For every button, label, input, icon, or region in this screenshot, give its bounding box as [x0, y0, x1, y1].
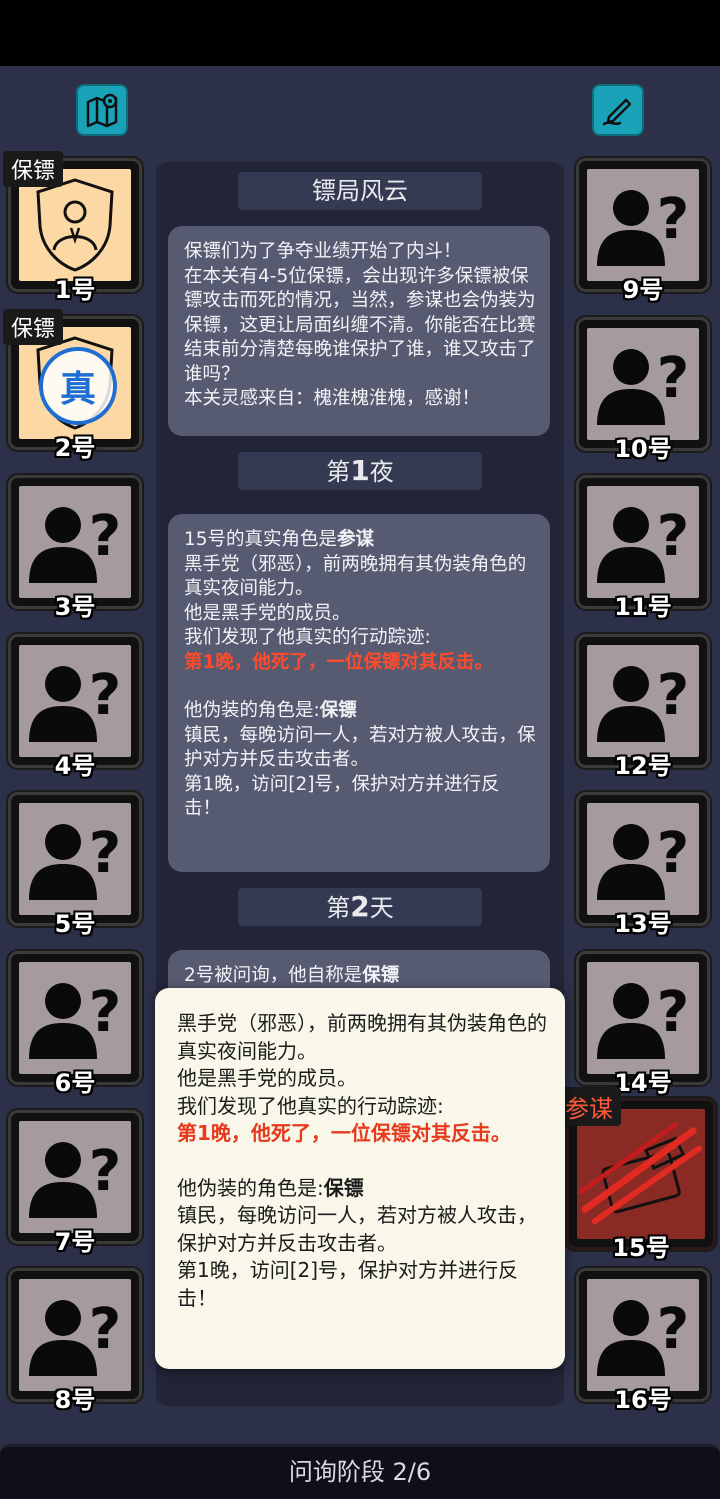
player-number: 6号 — [54, 1069, 96, 1097]
detail-popup[interactable]: 黑手党（邪恶），前两晚拥有其伪装角色的真实夜间能力。 他是黑手党的成员。 我们发… — [155, 988, 565, 1369]
unknown-player-icon: ? — [29, 504, 121, 583]
svg-text:?: ? — [657, 1297, 689, 1362]
popup-role-desc: 黑手党（邪恶），前两晚拥有其伪装角色的真实夜间能力。 他是黑手党的成员。 我们发… — [177, 1011, 547, 1118]
player-number: 8号 — [54, 1386, 96, 1414]
player-portrait: ? — [587, 328, 699, 440]
player-number: 3号 — [54, 593, 96, 621]
role-tag: 保镖 — [3, 151, 64, 187]
intro-message: 保镖们为了争夺业绩开始了内斗！ 在本关有4-5位保镖，会出现许多保镖被保镖攻击而… — [168, 226, 550, 436]
player-portrait: ? — [587, 803, 699, 915]
true-role-line: 15号的真实角色是参谋 — [184, 529, 375, 550]
unknown-player-icon: ? — [29, 821, 121, 900]
svg-text:?: ? — [89, 980, 121, 1045]
player-number: 2号 — [54, 434, 96, 462]
night-1-event: 第1晚，他死了，一位保镖对其反击。 — [184, 651, 493, 673]
unknown-player-icon: ? — [597, 663, 689, 742]
bodyguard-shield-icon — [36, 178, 114, 272]
unknown-player-icon: ? — [597, 346, 689, 425]
svg-text:?: ? — [657, 663, 689, 728]
player-card-6[interactable]: ? 6号 — [8, 951, 142, 1097]
player-portrait: ? — [19, 803, 131, 915]
player-card-2[interactable]: 真 保镖 2号 — [3, 309, 142, 462]
player-number: 15号 — [612, 1234, 670, 1262]
phase-bar: 问询阶段 2/6 — [0, 1444, 720, 1499]
popup-disguise-desc: 镇民，每晚访问一人，若对方被人攻击，保护对方并反击攻击者。 第1晚，访问[2]号… — [177, 1203, 537, 1310]
player-card-8[interactable]: ? 8号 — [8, 1268, 142, 1414]
player-card-9[interactable]: ? 9号 — [576, 158, 710, 304]
svg-text:?: ? — [89, 1297, 121, 1362]
player-card-14[interactable]: ? 14号 — [576, 951, 710, 1097]
player-number: 9号 — [622, 276, 664, 304]
unknown-player-icon: ? — [597, 187, 689, 266]
unknown-player-icon: ? — [29, 663, 121, 742]
player-portrait: ? — [587, 1279, 699, 1391]
player-portrait: ? — [19, 1279, 131, 1391]
player-card-13[interactable]: ? 13号 — [576, 792, 710, 938]
night-1-heading: 第1夜 — [238, 452, 482, 490]
day-2-heading: 第2天 — [238, 888, 482, 926]
night-1-message: 15号的真实角色是参谋 黑手党（邪恶），前两晚拥有其伪装角色的真实夜间能力。 他… — [168, 514, 550, 872]
unknown-player-icon: ? — [597, 1297, 689, 1376]
svg-text:?: ? — [657, 504, 689, 569]
svg-text:?: ? — [657, 980, 689, 1045]
player-portrait — [577, 1109, 705, 1239]
player-portrait: ? — [587, 962, 699, 1074]
player-number: 16号 — [614, 1386, 672, 1414]
popup-disguise-line: 他伪装的角色是:保镖 — [177, 1175, 364, 1200]
player-card-16[interactable]: ? 16号 — [576, 1268, 710, 1414]
player-card-4[interactable]: ? 4号 — [8, 634, 142, 780]
player-card-11[interactable]: ? 11号 — [576, 475, 710, 621]
player-portrait: ? — [19, 645, 131, 757]
player-number: 11号 — [614, 593, 672, 621]
player-portrait: ? — [587, 169, 699, 281]
player-portrait: ? — [587, 645, 699, 757]
player-number: 12号 — [614, 752, 672, 780]
player-portrait: ? — [19, 962, 131, 1074]
unknown-player-icon: ? — [597, 980, 689, 1059]
svg-text:?: ? — [89, 1139, 121, 1204]
player-number: 10号 — [614, 435, 672, 463]
player-card-10[interactable]: ? 10号 — [576, 317, 710, 463]
role-tag: 参谋 — [557, 1087, 621, 1126]
truth-stamp-text: 真 — [59, 369, 96, 410]
unknown-player-icon: ? — [29, 980, 121, 1059]
svg-text:?: ? — [657, 821, 689, 886]
player-portrait: ? — [587, 486, 699, 598]
player-card-5[interactable]: ? 5号 — [8, 792, 142, 938]
player-portrait: ? — [19, 1121, 131, 1233]
player-number: 1号 — [54, 276, 96, 304]
player-card-15[interactable]: 参谋 15号 — [557, 1087, 716, 1262]
player-number: 5号 — [54, 910, 96, 938]
map-pin-icon — [86, 93, 118, 128]
unknown-player-icon: ? — [597, 504, 689, 583]
pen-edit-icon — [602, 98, 632, 126]
svg-text:?: ? — [89, 821, 121, 886]
unknown-player-icon: ? — [29, 1139, 121, 1218]
true-role-desc: 黑手党（邪恶），前两晚拥有其伪装角色的真实夜间能力。 他是黑手党的成员。 我们发… — [184, 553, 527, 649]
player-card-3[interactable]: ? 3号 — [8, 475, 142, 621]
disguise-desc: 镇民，每晚访问一人，若对方被人攻击，保护对方并反击攻击者。 第1晚，访问[2]号… — [184, 724, 536, 820]
svg-text:?: ? — [89, 663, 121, 728]
player-card-1[interactable]: 保镖 1号 — [3, 151, 142, 304]
player-card-12[interactable]: ? 12号 — [576, 634, 710, 780]
player-number: 7号 — [54, 1228, 96, 1256]
popup-event: 第1晚，他死了，一位保镖对其反击。 — [177, 1121, 511, 1145]
unknown-player-icon: ? — [29, 1297, 121, 1376]
disguise-line: 他伪装的角色是:保镖 — [184, 700, 357, 721]
svg-text:?: ? — [657, 187, 689, 252]
status-bar — [0, 0, 720, 66]
unknown-player-icon: ? — [597, 821, 689, 900]
player-portrait: ? — [19, 486, 131, 598]
log-title: 镖局风云 — [238, 172, 482, 210]
svg-text:?: ? — [657, 346, 689, 411]
counselor-claw-icon — [578, 1122, 703, 1225]
svg-text:?: ? — [89, 504, 121, 569]
player-number: 4号 — [54, 752, 96, 780]
player-number: 13号 — [614, 910, 672, 938]
player-card-7[interactable]: ? 7号 — [8, 1110, 142, 1256]
role-tag: 保镖 — [3, 309, 64, 345]
truth-stamp: 真 — [39, 347, 117, 425]
notes-button[interactable] — [592, 84, 644, 136]
map-button[interactable] — [76, 84, 128, 136]
